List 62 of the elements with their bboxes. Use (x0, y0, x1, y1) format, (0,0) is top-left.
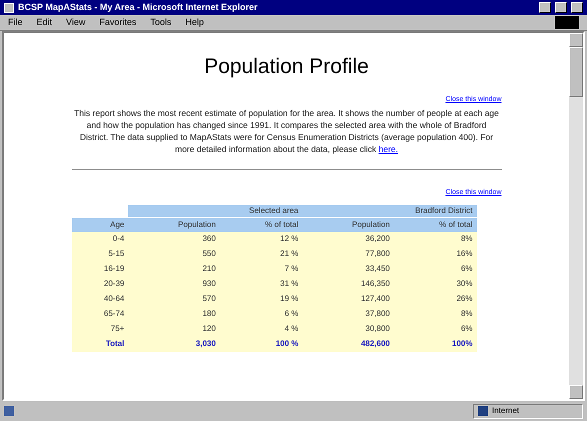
column-header: % of total (394, 218, 476, 232)
column-header: Age (72, 218, 128, 232)
vertical-scrollbar[interactable] (569, 33, 583, 399)
table-cell: 8% (394, 232, 476, 246)
table-cell: 570 (128, 292, 220, 306)
table-cell: 6 % (220, 306, 302, 322)
zone-label: Internet (492, 405, 520, 417)
menu-item[interactable]: Help (185, 16, 204, 30)
page-heading: Population Profile (204, 54, 369, 80)
table-cell: 16% (394, 246, 476, 262)
table-cell: 26% (394, 292, 476, 306)
group-header: Selected area (128, 204, 302, 218)
menu-item[interactable]: Tools (150, 16, 172, 30)
table-cell: 40-64 (72, 292, 128, 306)
table-cell: 146,350 (302, 276, 394, 292)
table-cell: 100% (394, 336, 476, 352)
table-cell: 7 % (220, 262, 302, 276)
table-cell: Total (72, 336, 128, 352)
table-cell: 482,600 (302, 336, 394, 352)
table-cell: 4 % (220, 322, 302, 336)
table-cell: 65-74 (72, 306, 128, 322)
table-cell: 16-19 (72, 262, 128, 276)
table-cell: 20-39 (72, 276, 128, 292)
menu-item[interactable]: Favorites (99, 16, 136, 30)
table-cell: 550 (128, 246, 220, 262)
table-cell: 127,400 (302, 292, 394, 306)
table-cell: 36,200 (302, 232, 394, 246)
table-cell: 0-4 (72, 232, 128, 246)
table-cell: 6% (394, 322, 476, 336)
table-cell: 37,800 (302, 306, 394, 322)
table-cell: 30% (394, 276, 476, 292)
window-title: BCSP MapAStats - My Area - Microsoft Internet Explorer (18, 0, 258, 14)
column-header: Population (302, 218, 394, 232)
table-cell: 5-15 (72, 246, 128, 262)
menu-item[interactable]: Edit (36, 16, 52, 30)
group-header: Bradford District (302, 204, 476, 218)
table-cell: 180 (128, 306, 220, 322)
table-cell: 3,030 (128, 336, 220, 352)
table-cell: 930 (128, 276, 220, 292)
menu-item[interactable]: File (8, 16, 23, 30)
table-cell: 12 % (220, 232, 302, 246)
table-cell: 30,800 (302, 322, 394, 336)
close-button[interactable] (571, 2, 583, 13)
table-cell: 31 % (220, 276, 302, 292)
table-cell: 210 (128, 262, 220, 276)
table-cell: 33,450 (302, 262, 394, 276)
maximize-button[interactable] (555, 2, 567, 13)
table-cell: 120 (128, 322, 220, 336)
column-header: Population (128, 218, 220, 232)
table-cell: 75+ (72, 322, 128, 336)
table-cell: 19 % (220, 292, 302, 306)
table-cell: 100 % (220, 336, 302, 352)
table-cell: 360 (128, 232, 220, 246)
here-link[interactable]: here. (378, 144, 398, 154)
table-cell: 21 % (220, 246, 302, 262)
table-cell: 8% (394, 306, 476, 322)
table-cell: 77,800 (302, 246, 394, 262)
column-header: % of total (220, 218, 302, 232)
intro-paragraph: This report shows the most recent estimate of population for the area. It shows the number of people at each age and how the population has changed since 1991. It compares the selected area with the whole of Bradford District. The data supplied to MapAStats were for Census Enumeration Districts (average population 400). For more detailed information about the data, please click here. (73, 107, 500, 155)
minimize-button[interactable] (539, 2, 551, 13)
table-cell: 6% (394, 262, 476, 276)
menu-item[interactable]: View (66, 16, 86, 30)
